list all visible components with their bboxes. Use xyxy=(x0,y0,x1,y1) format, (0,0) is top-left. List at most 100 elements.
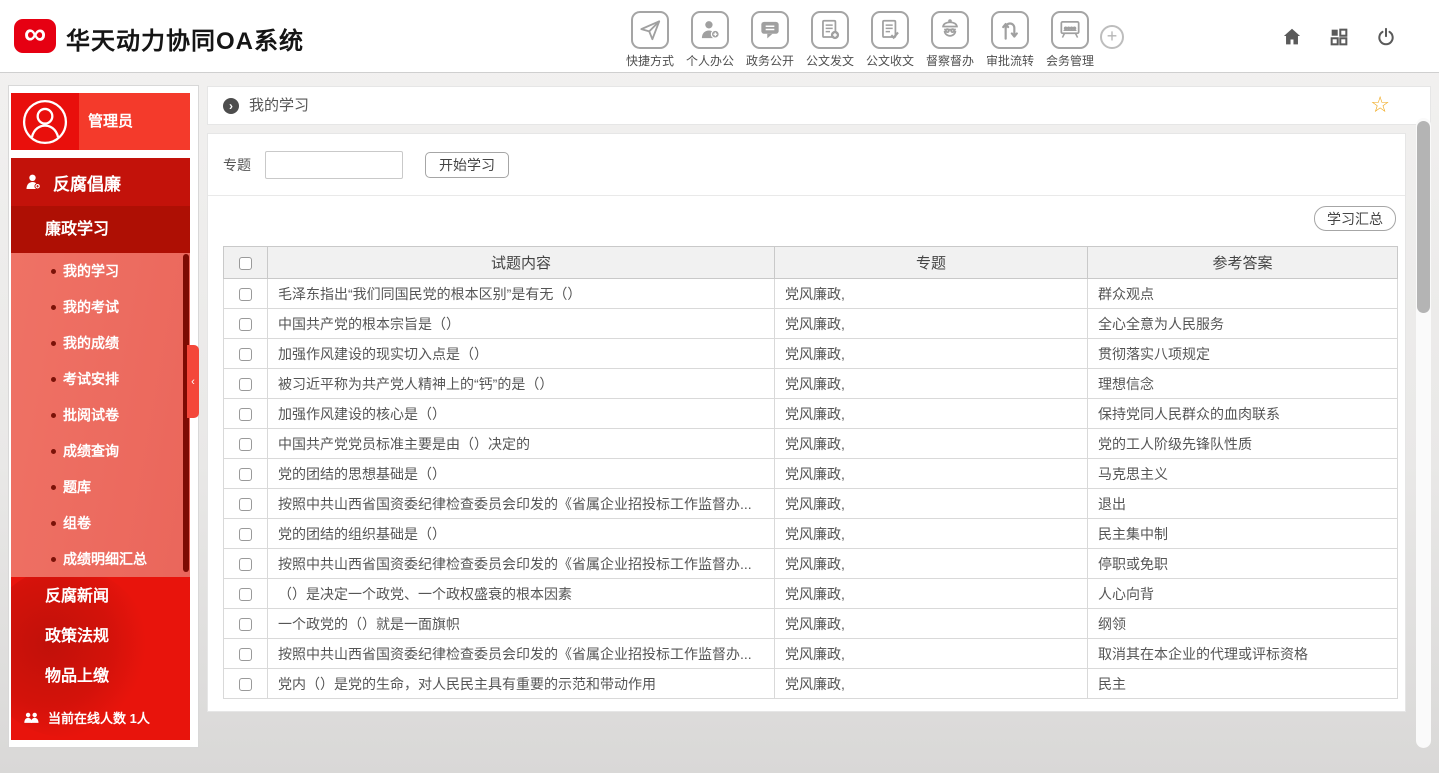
answer-cell: 全心全意为人民服务 xyxy=(1088,309,1398,339)
question-cell: 中国共产党的根本宗旨是（） xyxy=(268,309,775,339)
sidebar-root-label: 反腐倡廉 xyxy=(53,170,121,195)
row-checkbox[interactable] xyxy=(239,378,252,391)
logout-button[interactable] xyxy=(1375,26,1397,48)
avatar xyxy=(11,93,79,150)
topic-cell: 党风廉政, xyxy=(775,489,1088,519)
toolbar-item-personal-office[interactable]: 个人办公 xyxy=(680,11,740,69)
bullet-icon xyxy=(51,269,56,274)
toolbar-item-approval-flow[interactable]: 审批流转 xyxy=(980,11,1040,69)
collapse-arrow-icon: ‹ xyxy=(191,376,195,388)
people-icon xyxy=(23,710,40,724)
add-shortcut-button[interactable]: + xyxy=(1100,25,1124,49)
home-icon xyxy=(1281,26,1303,48)
sidebar-item-my-score[interactable]: 我的成绩 xyxy=(11,325,190,361)
toolbar-item-doc-send[interactable]: 公文发文 xyxy=(800,11,860,69)
row-checkbox[interactable] xyxy=(239,468,252,481)
sidebar-item-question-bank[interactable]: 题库 xyxy=(11,469,190,505)
start-study-button[interactable]: 开始学习 xyxy=(425,152,509,178)
answer-cell: 停职或免职 xyxy=(1088,549,1398,579)
sidebar-item-my-exam[interactable]: 我的考试 xyxy=(11,289,190,325)
sidebar-item-exam-schedule[interactable]: 考试安排 xyxy=(11,361,190,397)
question-cell: 加强作风建设的现实切入点是（） xyxy=(268,339,775,369)
sidebar-collapse-handle[interactable]: ‹ xyxy=(187,345,199,418)
question-cell: 党内（）是党的生命，对人民民主具有重要的示范和带动作用 xyxy=(268,669,775,699)
home-button[interactable] xyxy=(1281,26,1303,48)
row-checkbox[interactable] xyxy=(239,408,252,421)
toolbar-label: 个人办公 xyxy=(686,52,734,69)
table-row: 被习近平称为共产党人精神上的“钙”的是（）党风廉政,理想信念 xyxy=(224,369,1398,399)
table-row: 中国共产党党员标准主要是由（）决定的党风廉政,党的工人阶级先锋队性质 xyxy=(224,429,1398,459)
topic-cell: 党风廉政, xyxy=(775,339,1088,369)
sidebar-section-policy[interactable]: 政策法规 xyxy=(11,617,190,657)
answer-cell: 人心向背 xyxy=(1088,579,1398,609)
answer-cell: 贯彻落实八项规定 xyxy=(1088,339,1398,369)
answer-cell: 理想信念 xyxy=(1088,369,1398,399)
row-checkbox[interactable] xyxy=(239,648,252,661)
question-cell: 毛泽东指出“我们同国民党的根本区别”是有无（） xyxy=(268,279,775,309)
row-checkbox[interactable] xyxy=(239,348,252,361)
row-checkbox[interactable] xyxy=(239,588,252,601)
topic-label: 专题 xyxy=(223,134,251,196)
sub-item-label: 批阅试卷 xyxy=(63,405,119,425)
row-checkbox[interactable] xyxy=(239,498,252,511)
question-cell: 党的团结的思想基础是（） xyxy=(268,459,775,489)
question-cell: 加强作风建设的核心是（） xyxy=(268,399,775,429)
row-checkbox[interactable] xyxy=(239,558,252,571)
toolbar-item-doc-receive[interactable]: 公文收文 xyxy=(860,11,920,69)
topic-cell: 党风廉政, xyxy=(775,429,1088,459)
sidebar-item-my-study[interactable]: 我的学习 xyxy=(11,253,190,289)
toolbar-item-gov-public[interactable]: 政务公开 xyxy=(740,11,800,69)
question-cell: （）是决定一个政党、一个政权盛衰的根本因素 xyxy=(268,579,775,609)
sidebar-section-study[interactable]: 廉政学习 xyxy=(11,206,190,253)
page-title: 我的学习 xyxy=(249,87,309,124)
select-all-checkbox[interactable] xyxy=(239,257,252,270)
topic-cell: 党风廉政, xyxy=(775,669,1088,699)
sidebar-item-anticorruption[interactable]: 反腐倡廉 xyxy=(11,158,190,206)
user-panel[interactable]: 管理员 xyxy=(11,93,190,150)
row-checkbox[interactable] xyxy=(239,438,252,451)
sidebar-item-score-detail[interactable]: 成绩明细汇总 xyxy=(11,541,190,577)
row-checkbox[interactable] xyxy=(239,618,252,631)
apps-grid-button[interactable] xyxy=(1328,26,1350,48)
toolbar-item-supervision[interactable]: 督察督办 xyxy=(920,11,980,69)
sidebar-section-news[interactable]: 反腐新闻 xyxy=(11,577,190,617)
toolbar-label: 快捷方式 xyxy=(626,52,674,69)
sidebar-inner: 管理员 反腐倡廉 廉政学习 我的学习 我的考试 我的成绩 考试安排 批阅试卷 成… xyxy=(10,87,191,740)
topic-cell: 党风廉政, xyxy=(775,639,1088,669)
bullet-icon xyxy=(51,449,56,454)
study-summary-button[interactable]: 学习汇总 xyxy=(1314,206,1396,231)
row-checkbox[interactable] xyxy=(239,318,252,331)
app-logo: ∞ xyxy=(14,19,56,53)
row-checkbox[interactable] xyxy=(239,288,252,301)
page-scrollbar-thumb[interactable] xyxy=(1417,121,1430,313)
toolbar-label: 政务公开 xyxy=(746,52,794,69)
column-header-answer: 参考答案 xyxy=(1088,247,1398,279)
sub-item-label: 我的考试 xyxy=(63,297,119,317)
question-cell: 按照中共山西省国资委纪律检查委员会印发的《省属企业招投标工作监督办... xyxy=(268,639,775,669)
sidebar-item-grade-papers[interactable]: 批阅试卷 xyxy=(11,397,190,433)
answer-cell: 取消其在本企业的代理或评标资格 xyxy=(1088,639,1398,669)
row-checkbox[interactable] xyxy=(239,678,252,691)
sub-item-label: 成绩查询 xyxy=(63,441,119,461)
topic-cell: 党风廉政, xyxy=(775,369,1088,399)
table-row: 一个政党的（）就是一面旗帜党风廉政,纲领 xyxy=(224,609,1398,639)
power-icon xyxy=(1375,26,1397,48)
user-name: 管理员 xyxy=(88,93,133,150)
topic-input[interactable] xyxy=(265,151,403,179)
bullet-icon xyxy=(51,413,56,418)
table-row: 按照中共山西省国资委纪律检查委员会印发的《省属企业招投标工作监督办...党风廉政… xyxy=(224,549,1398,579)
favorite-star-icon[interactable]: ☆ xyxy=(1370,92,1390,118)
toolbar-item-meeting-mgmt[interactable]: 会务管理 xyxy=(1040,11,1100,69)
doc-receive-icon xyxy=(871,11,909,49)
sidebar-item-score-query[interactable]: 成绩查询 xyxy=(11,433,190,469)
topic-cell: 党风廉政, xyxy=(775,459,1088,489)
sub-item-label: 成绩明细汇总 xyxy=(63,549,147,569)
row-checkbox[interactable] xyxy=(239,528,252,541)
infinity-logo-icon: ∞ xyxy=(24,16,46,51)
sidebar-section-goods[interactable]: 物品上缴 xyxy=(11,657,190,697)
header-right-actions xyxy=(1281,26,1397,48)
toolbar-item-shortcuts[interactable]: 快捷方式 xyxy=(620,11,680,69)
sidebar-item-compose-paper[interactable]: 组卷 xyxy=(11,505,190,541)
bullet-icon xyxy=(51,521,56,526)
question-cell: 按照中共山西省国资委纪律检查委员会印发的《省属企业招投标工作监督办... xyxy=(268,489,775,519)
